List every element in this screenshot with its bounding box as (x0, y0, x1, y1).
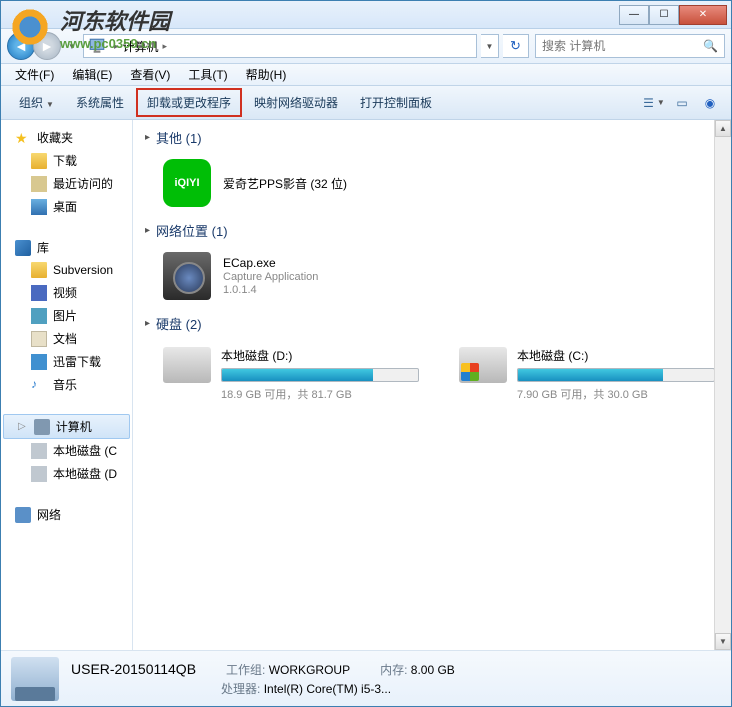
watermark-logo-icon (5, 2, 55, 52)
drive-icon (163, 347, 211, 383)
search-input[interactable] (542, 39, 703, 53)
refresh-button[interactable]: ↻ (503, 34, 529, 58)
preview-pane-button[interactable]: ▭ (669, 92, 695, 114)
help-button[interactable]: ◉ (697, 92, 723, 114)
computer-large-icon (11, 657, 59, 701)
close-button[interactable]: ✕ (679, 5, 727, 25)
item-desc: Capture Application (223, 271, 318, 283)
menu-view[interactable]: 查看(V) (122, 64, 178, 85)
folder-icon (31, 262, 47, 278)
star-icon: ★ (15, 130, 31, 146)
workgroup-label: 工作组: (226, 663, 265, 677)
menu-file[interactable]: 文件(F) (7, 64, 62, 85)
drive-icon (31, 443, 47, 459)
drive-d[interactable]: 本地磁盘 (D:) 18.9 GB 可用，共 81.7 GB (163, 347, 419, 402)
sidebar-desktop[interactable]: 桌面 (1, 195, 132, 218)
breadcrumb-dropdown[interactable]: ▼ (481, 34, 499, 58)
document-icon (31, 331, 47, 347)
xunlei-icon (31, 354, 47, 370)
workgroup-value: WORKGROUP (269, 663, 350, 677)
video-icon (31, 285, 47, 301)
view-mode-button[interactable]: ☰ ▼ (641, 92, 667, 114)
sidebar-downloads[interactable]: 下载 (1, 149, 132, 172)
computer-group[interactable]: ▷计算机 (3, 414, 130, 439)
menu-help[interactable]: 帮助(H) (238, 64, 295, 85)
camera-icon (163, 252, 211, 300)
desktop-icon (31, 199, 47, 215)
details-computer-name: USER-20150114QB (71, 661, 196, 678)
library-icon (15, 240, 31, 256)
watermark-title: 河东软件园 (60, 4, 170, 36)
recent-icon (31, 176, 47, 192)
sidebar-documents[interactable]: 文档 (1, 327, 132, 350)
computer-icon (34, 419, 50, 435)
item-name: ECap.exe (223, 256, 318, 270)
control-panel-button[interactable]: 打开控制面板 (350, 89, 442, 116)
drive-usage-bar (517, 368, 715, 382)
item-version: 1.0.1.4 (223, 284, 318, 296)
sidebar-music[interactable]: ♪音乐 (1, 373, 132, 396)
drive-windows-icon (459, 347, 507, 383)
menu-edit[interactable]: 编辑(E) (64, 64, 120, 85)
drive-usage-bar (221, 368, 419, 382)
section-network-location[interactable]: ▸网络位置 (1) (145, 221, 719, 240)
organize-button[interactable]: 组织▼ (9, 89, 64, 116)
details-pane: USER-20150114QB 工作组: WORKGROUP 内存: 8.00 … (1, 650, 731, 706)
section-other[interactable]: ▸其他 (1) (145, 128, 719, 147)
sidebar-pictures[interactable]: 图片 (1, 304, 132, 327)
sidebar-videos[interactable]: 视频 (1, 281, 132, 304)
scroll-down-button[interactable]: ▼ (715, 633, 731, 650)
explorer-window: — ☐ ✕ ◄ ► ▼ ▸ 计算机 ▸ ▼ ↻ 🔍 文件(F) 编辑(E) 查看… (0, 0, 732, 707)
drive-name: 本地磁盘 (D:) (221, 347, 419, 364)
favorites-group[interactable]: ★收藏夹 (1, 126, 132, 149)
scroll-up-button[interactable]: ▲ (715, 120, 731, 137)
folder-icon (31, 153, 47, 169)
libraries-group[interactable]: 库 (1, 236, 132, 259)
cpu-value: Intel(R) Core(TM) i5-3... (264, 682, 391, 696)
menu-tools[interactable]: 工具(T) (180, 64, 235, 85)
map-drive-button[interactable]: 映射网络驱动器 (244, 89, 348, 116)
cpu-label: 处理器: (221, 682, 260, 696)
search-icon[interactable]: 🔍 (703, 39, 718, 53)
content-area: ▸其他 (1) iQIYI 爱奇艺PPS影音 (32 位) ▸网络位置 (1) … (133, 120, 731, 650)
memory-value: 8.00 GB (411, 663, 455, 677)
watermark-url: www.pc0359.cn (60, 36, 170, 51)
toolbar: 组织▼ 系统属性 卸载或更改程序 映射网络驱动器 打开控制面板 ☰ ▼ ▭ ◉ (1, 86, 731, 120)
sidebar-drive-c[interactable]: 本地磁盘 (C (1, 439, 132, 462)
network-group[interactable]: 网络 (1, 503, 132, 526)
drive-free: 18.9 GB 可用，共 81.7 GB (221, 386, 419, 402)
memory-label: 内存: (380, 663, 407, 677)
uninstall-programs-button[interactable]: 卸载或更改程序 (136, 88, 242, 117)
drive-icon (31, 466, 47, 482)
vertical-scrollbar[interactable]: ▲ ▼ (714, 120, 731, 650)
drive-c[interactable]: 本地磁盘 (C:) 7.90 GB 可用，共 30.0 GB (459, 347, 715, 402)
sidebar-drive-d[interactable]: 本地磁盘 (D (1, 462, 132, 485)
sidebar-subversion[interactable]: Subversion (1, 259, 132, 281)
maximize-button[interactable]: ☐ (649, 5, 679, 25)
menubar: 文件(F) 编辑(E) 查看(V) 工具(T) 帮助(H) (1, 64, 731, 86)
navigation-pane: ★收藏夹 下载 最近访问的 桌面 库 Subversion 视频 图片 文档 迅… (1, 120, 133, 650)
system-properties-button[interactable]: 系统属性 (66, 89, 134, 116)
item-name: 爱奇艺PPS影音 (32 位) (223, 175, 347, 192)
music-icon: ♪ (31, 377, 47, 393)
search-box[interactable]: 🔍 (535, 34, 725, 58)
drive-name: 本地磁盘 (C:) (517, 347, 715, 364)
iqiyi-icon: iQIYI (163, 159, 211, 207)
sidebar-recent[interactable]: 最近访问的 (1, 172, 132, 195)
item-ecap[interactable]: ECap.exe Capture Application 1.0.1.4 (145, 248, 719, 314)
section-drives[interactable]: ▸硬盘 (2) (145, 314, 719, 333)
watermark: 河东软件园 www.pc0359.cn (5, 2, 170, 52)
picture-icon (31, 308, 47, 324)
network-icon (15, 507, 31, 523)
item-iqiyi[interactable]: iQIYI 爱奇艺PPS影音 (32 位) (145, 155, 719, 221)
scroll-track[interactable] (715, 137, 731, 633)
sidebar-xunlei[interactable]: 迅雷下载 (1, 350, 132, 373)
drive-free: 7.90 GB 可用，共 30.0 GB (517, 386, 715, 402)
minimize-button[interactable]: — (619, 5, 649, 25)
